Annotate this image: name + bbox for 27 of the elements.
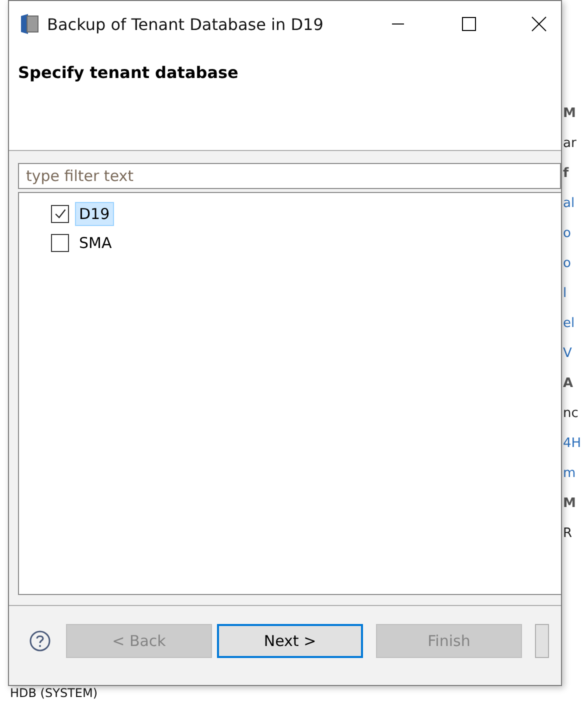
filter-field[interactable]: type filter text [18, 163, 561, 189]
background-link[interactable]: l [563, 286, 583, 301]
background-link[interactable]: V [563, 346, 583, 361]
checkbox[interactable] [51, 204, 69, 222]
background-text: ar [563, 136, 578, 151]
background-text: M [563, 106, 577, 121]
database-icon [19, 13, 39, 35]
background-link[interactable]: o [563, 256, 583, 271]
background-text: f [563, 166, 570, 181]
list-item[interactable]: D19 [75, 202, 114, 226]
background-text: HDB (SYSTEM) [10, 686, 98, 700]
window-title: Backup of Tenant Database in D19 [47, 14, 324, 34]
background-text: R [563, 526, 574, 541]
page-title: Specify tenant database [17, 62, 240, 82]
background-link[interactable]: al [563, 196, 583, 211]
background-link[interactable]: m [563, 466, 583, 481]
background-link[interactable]: o [563, 226, 583, 241]
dialog-button[interactable]: Next > [217, 624, 363, 658]
background-text: nc [563, 406, 580, 421]
help-icon[interactable] [29, 630, 51, 652]
background-link[interactable]: el [563, 316, 583, 331]
list-item[interactable]: SMA [75, 230, 116, 254]
checkbox[interactable] [51, 234, 69, 252]
check-icon [53, 206, 67, 220]
background-link[interactable]: 4H [563, 436, 583, 451]
background-text: A [563, 376, 574, 391]
background-text: M [563, 496, 577, 511]
